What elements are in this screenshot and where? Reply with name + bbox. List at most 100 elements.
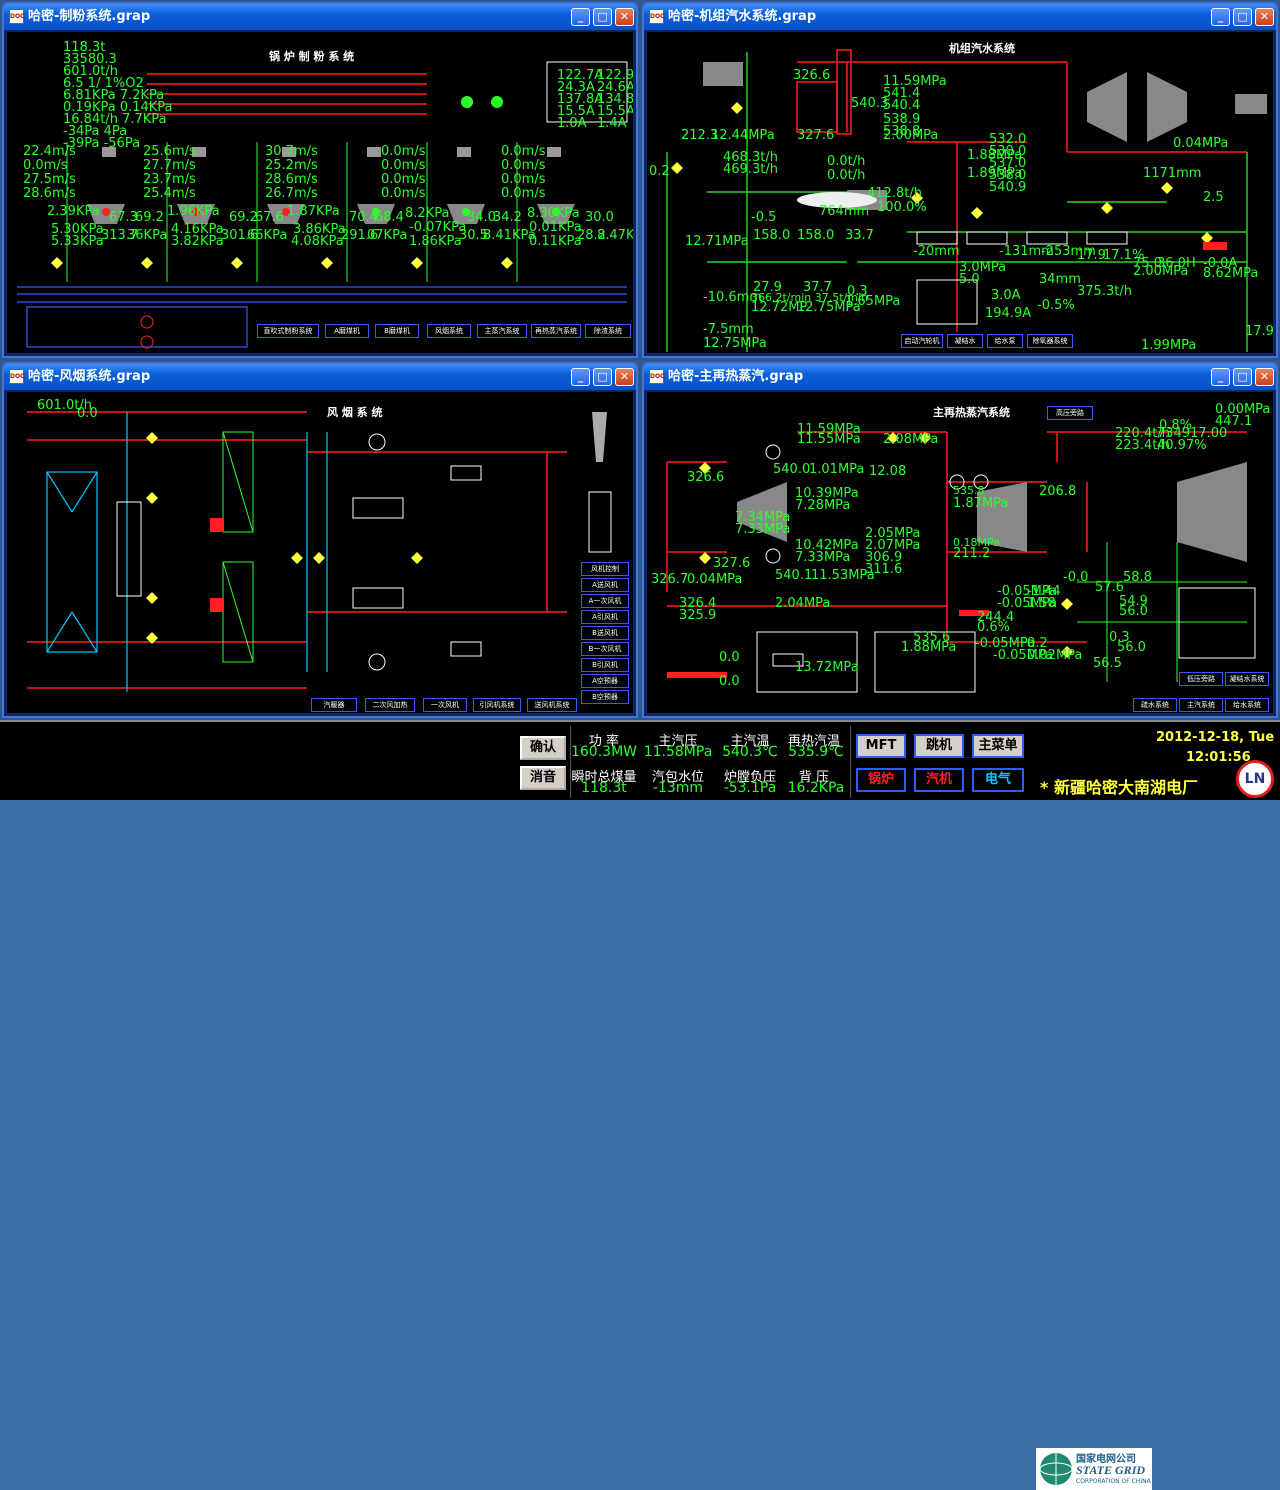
window-titlebar[interactable]: DOC 哈密-风烟系统.grap _ □ ✕ xyxy=(4,364,636,390)
mr-val-26: 0.0 xyxy=(719,650,740,665)
mill-e-p1: 0.01KPa xyxy=(529,220,582,235)
nav-condensate[interactable]: 凝结水 xyxy=(947,334,983,348)
nav-direct-pulverizing[interactable]: 直吹式制粉系统 xyxy=(257,324,319,338)
metric-drum-level-value: -13mm xyxy=(652,780,704,796)
trip-button[interactable]: 跳机 xyxy=(914,734,964,758)
nav-condensate-sys[interactable]: 凝结水系统 xyxy=(1225,672,1269,686)
nav-mill-a[interactable]: A磨煤机 xyxy=(325,324,369,338)
sw-val-54: 17.9 xyxy=(1077,248,1106,263)
window-titlebar[interactable]: DOC 哈密-制粉系统.grap _ □ ✕ xyxy=(4,4,636,30)
maximize-button[interactable]: □ xyxy=(1233,8,1252,26)
nav-drain-sys[interactable]: 疏水系统 xyxy=(1133,698,1177,712)
mr-val-47: 0.6% xyxy=(977,620,1011,635)
mr-val-21: 311.6 xyxy=(865,562,903,577)
mill-c-p4: 4.08KPa xyxy=(291,234,344,249)
close-button[interactable]: ✕ xyxy=(615,8,634,26)
side-nav-b-aph[interactable]: B空预器 xyxy=(581,690,629,704)
mr-val-31: 1.87MPa xyxy=(953,496,1009,511)
mill-b-p4: 3.82KPa xyxy=(171,234,224,249)
minimize-button[interactable]: _ xyxy=(1211,368,1230,386)
nav-air-heater[interactable]: 汽暖器 xyxy=(311,698,357,712)
panel-title: 主再热蒸汽系统 xyxy=(933,406,1010,419)
electric-button[interactable]: 电气 xyxy=(972,768,1024,792)
mill-b-t2: 67.6 xyxy=(255,210,284,225)
mute-button[interactable]: 消音 xyxy=(520,766,566,790)
confirm-button[interactable]: 确认 xyxy=(520,736,566,760)
nav-reheat-steam[interactable]: 再热蒸汽系统 xyxy=(531,324,581,338)
sw-val-59: 2.00MPa xyxy=(1133,264,1189,279)
mill-c-vel-1: 30.7m/s xyxy=(265,144,318,159)
nav-forced-fan[interactable]: 送风机系统 xyxy=(527,698,577,712)
mr-val-38: 40.97% xyxy=(1157,438,1207,453)
side-nav-a-id-fan[interactable]: A引风机 xyxy=(581,610,629,624)
mill-d-t1: 34.0 xyxy=(467,210,496,225)
side-nav-a-pa-fan[interactable]: A一次风机 xyxy=(581,594,629,608)
sw-val-40: 366.2t/min 37.5t/min xyxy=(751,291,869,304)
minimize-button[interactable]: _ xyxy=(571,368,590,386)
mr-val-8: 7.33MPa xyxy=(735,522,791,537)
mill-e-t1: 30.0 xyxy=(585,210,614,225)
side-nav-fan-ctrl[interactable]: 风机控制 xyxy=(581,562,629,576)
maximize-button[interactable]: □ xyxy=(593,368,612,386)
mill-a-dp: 2.39KPa xyxy=(47,204,100,219)
maximize-button[interactable]: □ xyxy=(1233,368,1252,386)
nav-main-steam[interactable]: 主蒸汽系统 xyxy=(477,324,527,338)
nav-feedwater-pump[interactable]: 给水泵 xyxy=(987,334,1023,348)
side-nav-a-fd-fan[interactable]: A送风机 xyxy=(581,578,629,592)
nav-secondary-air-heat[interactable]: 二次风加热 xyxy=(365,698,415,712)
main-menu-button[interactable]: 主菜单 xyxy=(972,734,1024,758)
window-titlebar[interactable]: DOC 哈密-机组汽水系统.grap _ □ ✕ xyxy=(644,4,1276,30)
maximize-button[interactable]: □ xyxy=(593,8,612,26)
window-fan-flue[interactable]: DOC 哈密-风烟系统.grap _ □ ✕ 风 烟 系 统 601.0t/h … xyxy=(2,362,638,718)
logo-sub: CORPORATION OF CHINA xyxy=(1076,1478,1151,1485)
minimize-button[interactable]: _ xyxy=(1211,8,1230,26)
nav-fan-flue[interactable]: 风烟系统 xyxy=(427,324,471,338)
sw-val-15: 0.0t/h xyxy=(827,168,866,183)
nav-hp-bypass[interactable]: 高压旁路 xyxy=(1047,406,1093,420)
mill-d-p1: -0.07KPa xyxy=(409,220,467,235)
time-display: 12:01:56 xyxy=(1186,750,1251,765)
close-button[interactable]: ✕ xyxy=(1255,8,1274,26)
mr-val-12: 7.33MPa xyxy=(795,550,851,565)
nav-primary-fan[interactable]: 一次风机 xyxy=(423,698,467,712)
mill-a-t1: 67.3 xyxy=(109,210,138,225)
window-main-reheat[interactable]: DOC 哈密-主再热蒸汽.grap _ □ ✕ 主再热蒸汽系统 11.59MPa… xyxy=(642,362,1278,718)
side-nav-b-fd-fan[interactable]: B送风机 xyxy=(581,626,629,640)
nav-deaerator[interactable]: 除氧器系统 xyxy=(1027,334,1073,348)
side-nav-b-pa-fan[interactable]: B一次风机 xyxy=(581,642,629,656)
mill-a-vel-2: 0.0m/s xyxy=(23,158,68,173)
nav-mill-b[interactable]: B磨煤机 xyxy=(375,324,419,338)
mill-e-vel-2: 0.0m/s xyxy=(501,158,546,173)
window-steam-water[interactable]: DOC 哈密-机组汽水系统.grap _ □ ✕ 机组汽水系统 326.6 54… xyxy=(642,2,1278,358)
side-nav-a-aph[interactable]: A空预器 xyxy=(581,674,629,688)
mill-b-dp: 1.96KPa xyxy=(167,204,220,219)
mr-val-56: 56.0 xyxy=(1119,604,1148,619)
mill-a-vel-1: 22.4m/s xyxy=(23,144,76,159)
nav-slag[interactable]: 除渣系统 xyxy=(585,324,631,338)
mill-d-vel-2: 0.0m/s xyxy=(381,158,426,173)
mft-button[interactable]: MFT xyxy=(856,734,906,758)
nav-start-turbine[interactable]: 启动汽轮机 xyxy=(901,334,943,348)
mr-val-27: 0.0 xyxy=(719,674,740,689)
sw-val-16: 412.8t/h xyxy=(867,186,922,201)
mill-c-p3: 07KPa xyxy=(367,228,408,243)
nav-feedwater-sys[interactable]: 给水系统 xyxy=(1225,698,1269,712)
sw-val-14: 0.0t/h xyxy=(827,154,866,169)
mill-system-canvas: 锅 炉 制 粉 系 统 118.3t 33580.3 601.0t/h 6.5 … xyxy=(7,32,633,353)
sw-val-18: 764mm xyxy=(819,204,870,219)
mr-val-2: 2.08MPa xyxy=(883,432,939,447)
mill-d-vel-1: 0.0m/s xyxy=(381,144,426,159)
minimize-button[interactable]: _ xyxy=(571,8,590,26)
window-titlebar[interactable]: DOC 哈密-主再热蒸汽.grap _ □ ✕ xyxy=(644,364,1276,390)
sw-val-21: 158.0 xyxy=(753,228,791,243)
nav-lp-bypass[interactable]: 低压旁路 xyxy=(1179,672,1223,686)
turbine-button[interactable]: 汽机 xyxy=(914,768,964,792)
nav-main-steam-sys[interactable]: 主汽系统 xyxy=(1179,698,1223,712)
window-mill-system[interactable]: DOC 哈密-制粉系统.grap _ □ ✕ 锅 炉 制 粉 系 统 118.3… xyxy=(2,2,638,358)
side-nav-b-id-fan[interactable]: B引风机 xyxy=(581,658,629,672)
close-button[interactable]: ✕ xyxy=(1255,368,1274,386)
mr-val-33: 211.2 xyxy=(953,546,991,561)
nav-induced-fan[interactable]: 引风机系统 xyxy=(473,698,521,712)
boiler-button[interactable]: 锅炉 xyxy=(856,768,906,792)
close-button[interactable]: ✕ xyxy=(615,368,634,386)
